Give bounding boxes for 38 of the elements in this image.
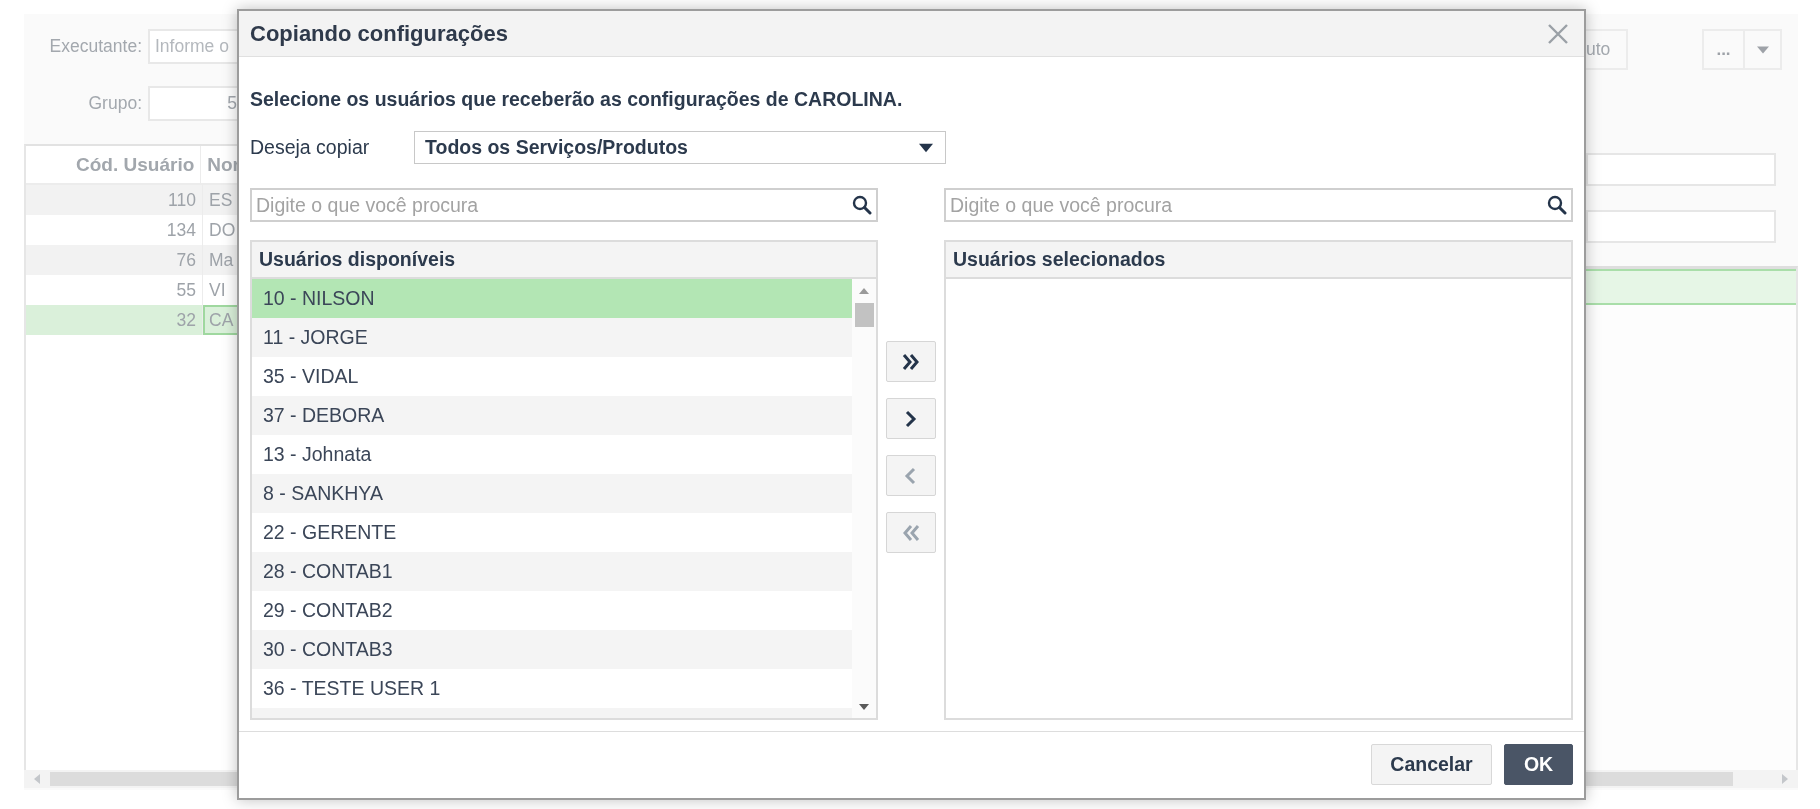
scroll-left-icon[interactable] bbox=[32, 774, 42, 784]
list-item[interactable]: 29 - CONTAB2 bbox=[252, 591, 852, 630]
list-item[interactable]: 22 - GERENTE bbox=[252, 513, 852, 552]
add-all-button[interactable] bbox=[886, 341, 936, 382]
text-field[interactable]: Informe o bbox=[148, 29, 240, 64]
dialog-title: Copiando configurações bbox=[250, 20, 508, 47]
list-header: Usuários selecionados bbox=[946, 242, 1571, 279]
field-label: Deseja copiar bbox=[250, 136, 371, 159]
table-cell-text: DO bbox=[208, 219, 237, 242]
text-field[interactable] bbox=[1586, 210, 1776, 243]
search-icon[interactable] bbox=[852, 195, 872, 215]
table-cell: 32 bbox=[26, 305, 203, 335]
ok-button[interactable]: OK bbox=[1504, 744, 1573, 785]
table-row[interactable] bbox=[1586, 269, 1796, 305]
dropdown-button[interactable] bbox=[1745, 29, 1782, 70]
copy-dropdown[interactable]: Todos os Serviços/Produtos bbox=[414, 131, 946, 164]
search-field[interactable]: Digite o que você procura bbox=[944, 188, 1573, 222]
scroll-thumb[interactable] bbox=[854, 303, 874, 327]
list-item[interactable]: 10 - NILSON bbox=[252, 279, 852, 318]
field-label: Executante: bbox=[48, 36, 142, 57]
add-button[interactable] bbox=[886, 398, 936, 439]
instruction-text: Selecione os usuários que receberão as configurações de CAROLINA. bbox=[250, 87, 904, 111]
list-item[interactable]: 35 - VIDAL bbox=[252, 357, 852, 396]
list-item[interactable]: 13 - Johnata bbox=[252, 435, 852, 474]
scroll-up-icon[interactable] bbox=[859, 286, 869, 296]
field-label: Grupo: bbox=[87, 93, 142, 114]
table-cell-text: VI bbox=[208, 279, 227, 302]
table-cell-text: Ma bbox=[208, 249, 235, 272]
list-item[interactable]: 36 - TESTE USER 1 bbox=[252, 669, 852, 708]
scroll-down-icon[interactable] bbox=[859, 702, 869, 712]
close-icon[interactable] bbox=[1547, 22, 1569, 45]
scroll-right-icon[interactable] bbox=[1780, 774, 1790, 784]
cancel-button[interactable]: Cancelar bbox=[1371, 744, 1492, 785]
text-field[interactable] bbox=[1586, 153, 1776, 186]
search-icon[interactable] bbox=[1547, 195, 1567, 215]
table-cell-text: ES bbox=[208, 189, 234, 212]
search-field[interactable]: Digite o que você procura bbox=[250, 188, 878, 222]
vertical-scrollbar[interactable] bbox=[852, 279, 876, 718]
